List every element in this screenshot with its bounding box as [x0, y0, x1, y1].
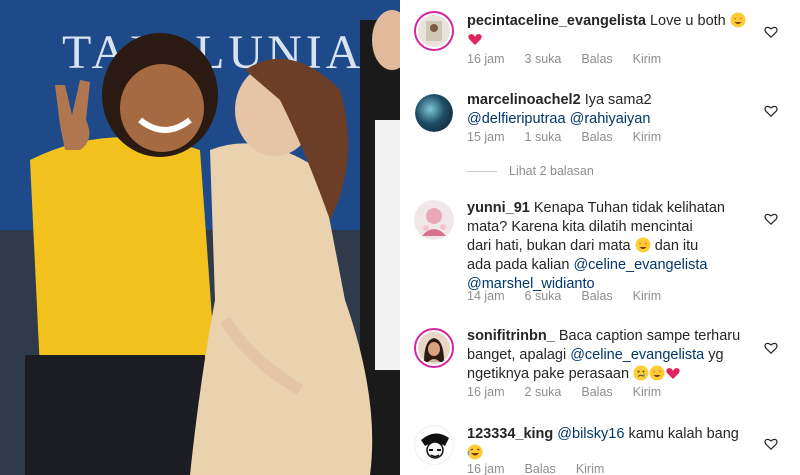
heart-eyes-emoji-icon	[635, 237, 651, 253]
comment-username[interactable]: sonifitrinbn_	[467, 328, 555, 344]
send-button[interactable]: Kirim	[633, 52, 661, 66]
photo-illustration: TAPALUNIA R	[0, 0, 400, 475]
send-button[interactable]: Kirim	[576, 462, 604, 475]
send-button[interactable]: Kirim	[633, 130, 661, 144]
like-heart-icon[interactable]	[764, 104, 778, 118]
comment-username[interactable]: 123334_king	[467, 426, 553, 442]
like-heart-icon[interactable]	[764, 25, 778, 39]
view-replies-label: Lihat 2 balasan	[509, 164, 594, 178]
comment-time[interactable]: 14 jam	[467, 289, 505, 303]
comment-meta: 16 jam 3 suka Balas Kirim	[467, 52, 681, 66]
comment-meta: 16 jam 2 suka Balas Kirim	[467, 385, 681, 399]
comment-body-line-4: dan itu	[654, 238, 699, 254]
view-replies-button[interactable]: Lihat 2 balasan	[467, 164, 594, 178]
comment-meta: 15 jam 1 suka Balas Kirim	[467, 130, 681, 144]
comment-username[interactable]: marcelinoachel2	[467, 92, 581, 108]
comment-username[interactable]: yunni_91	[467, 200, 530, 216]
comment-body-line-2: mata? Karena kita dilatih mencintai	[467, 219, 693, 235]
replies-divider	[467, 170, 497, 172]
laughing-face-emoji-icon	[467, 444, 483, 460]
reply-button[interactable]: Balas	[581, 289, 612, 303]
comment-body-line-3: yg	[708, 347, 724, 363]
send-button[interactable]: Kirim	[633, 385, 661, 399]
comment-body: kamu kalah bang	[628, 426, 739, 442]
reply-button[interactable]: Balas	[525, 462, 556, 475]
comment-body-line-5: ada pada kalian	[467, 257, 570, 273]
comment-username[interactable]: pecintaceline_evangelista	[467, 13, 646, 29]
comment-body-line-2: banget, apalagi	[467, 347, 567, 363]
reply-button[interactable]: Balas	[581, 385, 612, 399]
send-button[interactable]: Kirim	[633, 289, 661, 303]
mention-link[interactable]: @delfieriputraa	[467, 111, 566, 127]
avatar[interactable]	[414, 11, 454, 51]
comment-likes[interactable]: 1 suka	[525, 130, 562, 144]
comment-time[interactable]: 16 jam	[467, 462, 505, 475]
mention-link[interactable]: @bilsky16	[557, 426, 624, 442]
comment-body-line-1: Kenapa Tuhan tidak kelihatan	[533, 200, 725, 216]
comments-panel: pecintaceline_evangelista Love u both 16…	[400, 0, 800, 475]
crying-face-emoji-icon	[633, 365, 649, 381]
comment-time[interactable]: 15 jam	[467, 130, 505, 144]
avatar[interactable]	[415, 94, 453, 132]
red-heart-emoji-icon	[468, 34, 482, 45]
mention-link[interactable]: @celine_evangelista	[573, 257, 707, 273]
reply-button[interactable]: Balas	[581, 130, 612, 144]
like-heart-icon[interactable]	[764, 212, 778, 226]
comment-text: marcelinoachel2 Iya sama2 @delfieriputra…	[467, 91, 757, 129]
comment-text: 123334_king @bilsky16 kamu kalah bang	[467, 425, 757, 463]
comment-time[interactable]: 16 jam	[467, 385, 505, 399]
comment-text: pecintaceline_evangelista Love u both	[467, 12, 757, 50]
avatar[interactable]	[414, 200, 454, 240]
comment-text: sonifitrinbn_ Baca caption sampe terharu…	[467, 327, 757, 384]
comment-body-line-4: ngetiknya pake perasaan	[467, 366, 630, 382]
comment-meta: 16 jam Balas Kirim	[467, 462, 624, 475]
red-heart-emoji-icon	[666, 368, 680, 379]
like-heart-icon[interactable]	[764, 341, 778, 355]
comment-time[interactable]: 16 jam	[467, 52, 505, 66]
comment-likes[interactable]: 6 suka	[525, 289, 562, 303]
comment-body: Iya sama2	[584, 92, 652, 108]
avatar[interactable]	[414, 328, 454, 368]
comment-body-line-1: Baca caption sampe terharu	[558, 328, 741, 344]
comment-likes[interactable]: 3 suka	[525, 52, 562, 66]
comment-body: Love u both	[649, 13, 726, 29]
comment-likes[interactable]: 2 suka	[525, 385, 562, 399]
avatar[interactable]	[414, 425, 454, 465]
comment-text: yunni_91 Kenapa Tuhan tidak kelihatan ma…	[467, 199, 757, 294]
comment-meta: 14 jam 6 suka Balas Kirim	[467, 289, 681, 303]
heart-eyes-emoji-icon	[649, 365, 665, 381]
mention-link[interactable]: @rahiyaiyan	[570, 111, 651, 127]
comment-body-line-3: dari hati, bukan dari mata	[467, 238, 631, 254]
heart-eyes-emoji-icon	[730, 12, 746, 28]
mention-link[interactable]: @celine_evangelista	[570, 347, 704, 363]
like-heart-icon[interactable]	[764, 437, 778, 451]
reply-button[interactable]: Balas	[581, 52, 612, 66]
post-photo: TAPALUNIA R	[0, 0, 400, 475]
